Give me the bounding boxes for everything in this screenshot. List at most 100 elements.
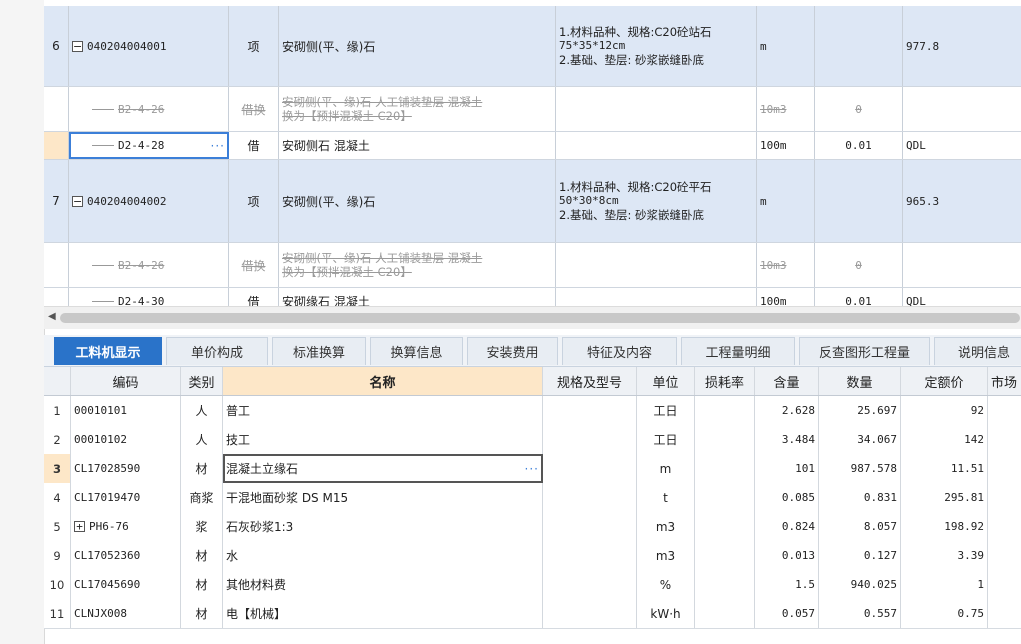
item-quantity[interactable]: QDL [903,288,1021,306]
item-code[interactable]: D2-4-28 ··· [69,132,229,159]
bill-row[interactable]: D2-4-28 ··· 借安砌侧石 混凝土 100m 0.01 QDL [44,132,1021,160]
header-category[interactable]: 类别 [181,367,223,395]
tab-3[interactable]: 标准换算 [272,337,366,365]
resource-amount[interactable]: 0.824 [755,512,819,541]
item-name[interactable]: 安砌侧(平、缘)石 人工铺装垫层 混凝土 换为【预拌混凝土 C20】 [279,243,556,287]
resource-spec[interactable] [543,396,637,425]
scroll-left-icon[interactable]: ◀ [48,311,56,322]
resource-spec[interactable] [543,570,637,599]
item-features[interactable] [556,243,757,287]
tab-5[interactable]: 安装费用 [467,337,558,365]
header-market-price[interactable]: 市场 [988,367,1021,395]
item-quantity[interactable]: QDL [903,132,1021,159]
item-quantity[interactable]: 977.8 [903,6,1021,86]
header-spec[interactable]: 规格及型号 [543,367,637,395]
resource-name[interactable]: 普工 [223,396,543,425]
item-features[interactable] [556,288,757,306]
resource-row[interactable]: 2 00010102 人技工 工日 3.484 34.067 142 [44,425,1021,455]
item-name[interactable]: 安砌侧石 混凝土 [279,132,556,159]
resource-market-price[interactable]: 39 [988,512,1021,541]
item-features[interactable] [556,132,757,159]
resource-category[interactable]: 人 [181,396,223,425]
resource-loss-rate[interactable] [695,396,755,425]
resource-category[interactable]: 材 [181,570,223,599]
item-name[interactable]: 安砌侧(平、缘)石 [279,6,556,86]
bill-row[interactable]: 6−040204004001 项安砌侧(平、缘)石 1.材料品种、规格:C20砼站石… [44,6,1021,87]
resource-name[interactable]: 混凝土立缘石 ··· [223,454,543,483]
resource-row[interactable]: 9 CL17052360 材水 m3 0.013 0.127 3.39 [44,541,1021,571]
tab-2[interactable]: 单价构成 [166,337,268,365]
resource-name[interactable]: 石灰砂浆1:3 [223,512,543,541]
resource-category[interactable]: 材 [181,541,223,570]
item-name[interactable]: 安砌缘石 混凝土 [279,288,556,306]
tab-7[interactable]: 工程量明细 [681,337,795,365]
item-features[interactable]: 1.材料品种、规格:C20砼站石 75*35*12cm 2.基础、垫层: 砂浆嵌缝卧… [556,6,757,86]
horizontal-scrollbar[interactable]: ◀ [44,306,1021,329]
item-quantity-expression[interactable]: 0 [815,87,903,131]
bill-row[interactable]: B2-4-26 借换 安砌侧(平、缘)石 人工铺装垫层 混凝土 换为【预拌混凝土 C2… [44,87,1021,132]
resource-loss-rate[interactable] [695,454,755,483]
item-features[interactable]: 1.材料品种、规格:C20砼平石 50*30*8cm 2.基础、垫层: 砂浆嵌缝卧底 [556,160,757,242]
resource-name[interactable]: 其他材料费 [223,570,543,599]
resource-amount[interactable]: 0.013 [755,541,819,570]
resource-loss-rate[interactable] [695,599,755,628]
item-name[interactable]: 安砌侧(平、缘)石 人工铺装垫层 混凝土 换为【预拌混凝土 C20】 [279,87,556,131]
header-code[interactable]: 编码 [71,367,181,395]
item-quantity-expression[interactable]: 0.01 [815,132,903,159]
resource-market-price[interactable] [988,599,1021,628]
resource-amount[interactable]: 1.5 [755,570,819,599]
more-options-icon[interactable]: ··· [211,139,225,153]
tab-9[interactable]: 说明信息 [934,337,1021,365]
resource-row[interactable]: 5+ PH6-76 浆石灰砂浆1:3 m3 0.8248.057198.9239 [44,512,1021,542]
resource-code[interactable]: 00010101 [71,396,181,425]
tab-6[interactable]: 特征及内容 [562,337,677,365]
resource-market-price[interactable]: 31 [988,483,1021,512]
collapse-icon[interactable]: − [72,40,83,52]
resource-spec[interactable] [543,599,637,628]
resource-row[interactable]: 3 CL17028590 材混凝土立缘石 ··· m 101 987.578 11.51 [44,454,1021,484]
resource-loss-rate[interactable] [695,483,755,512]
resource-amount[interactable]: 0.085 [755,483,819,512]
resource-loss-rate[interactable] [695,570,755,599]
item-code[interactable]: −040204004001 [69,6,229,86]
resource-row[interactable]: 10 CL17045690 材其他材料费% 1.5 940.025 1 [44,570,1021,600]
resource-code[interactable]: + PH6-76 [71,512,181,541]
resource-code[interactable]: CLNJX008 [71,599,181,628]
resource-name[interactable]: 电【机械】 [223,599,543,628]
header-amount[interactable]: 含量 [755,367,819,395]
item-quantity-expression[interactable]: 0.01 [815,288,903,306]
item-name[interactable]: 安砌侧(平、缘)石 [279,160,556,242]
item-features[interactable] [556,87,757,131]
bill-row[interactable]: B2-4-26 借换 安砌侧(平、缘)石 人工铺装垫层 混凝土 换为【预拌混凝土 C2… [44,243,1021,288]
resource-spec[interactable] [543,512,637,541]
resource-category[interactable]: 材 [181,599,223,628]
item-code[interactable]: B2-4-26 [69,87,229,131]
resource-amount[interactable]: 0.057 [755,599,819,628]
resource-amount[interactable]: 2.628 [755,396,819,425]
expand-icon[interactable]: + [74,521,85,532]
tab-4[interactable]: 换算信息 [370,337,463,365]
scrollbar-thumb[interactable] [60,313,1020,323]
resource-name[interactable]: 技工 [223,425,543,454]
item-quantity-expression[interactable] [815,6,903,86]
collapse-icon[interactable]: − [72,195,83,207]
resource-spec[interactable] [543,425,637,454]
resource-row[interactable]: 11 CLNJX008 材电【机械】 kW·h 0.057 0.557 0.75 [44,599,1021,629]
tab-1[interactable]: 工料机显示 [54,337,162,365]
resource-category[interactable]: 材 [181,454,223,483]
item-quantity-expression[interactable] [815,160,903,242]
resource-row[interactable]: 1 00010101 人普工 工日 2.628 25.697 92 [44,396,1021,426]
resource-code[interactable]: 00010102 [71,425,181,454]
resource-name[interactable]: 水 [223,541,543,570]
item-code[interactable]: D2-4-30 [69,288,229,306]
header-name[interactable]: 名称 [223,367,543,395]
resource-code[interactable]: CL17028590 [71,454,181,483]
item-quantity-expression[interactable]: 0 [815,243,903,287]
resource-category[interactable]: 商浆 [181,483,223,512]
resource-category[interactable]: 人 [181,425,223,454]
resource-loss-rate[interactable] [695,425,755,454]
resource-code[interactable]: CL17045690 [71,570,181,599]
resource-code[interactable]: CL17019470 [71,483,181,512]
bill-row[interactable]: 7−040204004002 项安砌侧(平、缘)石 1.材料品种、规格:C20砼平石… [44,160,1021,243]
resource-market-price[interactable] [988,425,1021,454]
